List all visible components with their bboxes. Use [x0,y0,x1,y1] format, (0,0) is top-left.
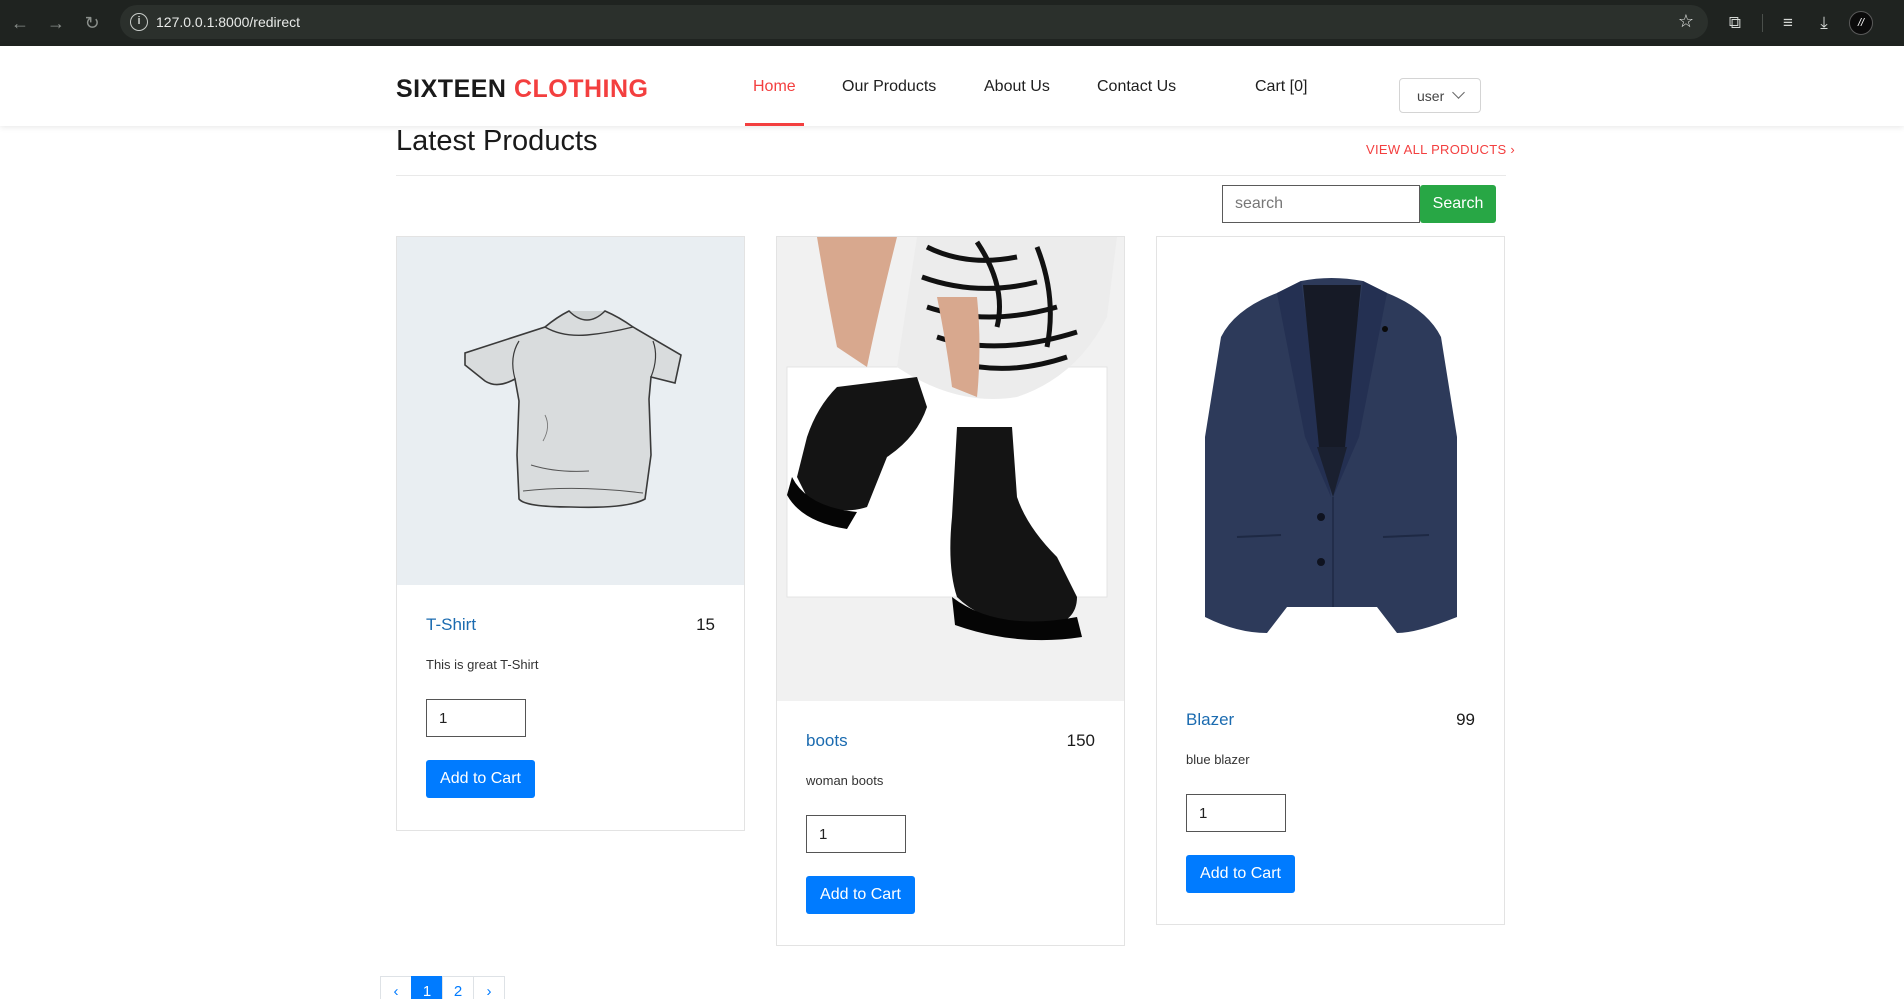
site-info-icon[interactable]: i [130,13,148,31]
product-image-blazer[interactable] [1157,237,1504,680]
product-description: This is great T-Shirt [426,657,539,672]
add-to-cart-button[interactable]: Add to Cart [1186,855,1295,893]
bookmark-star-icon[interactable]: ☆ [1678,11,1694,32]
add-to-cart-button[interactable]: Add to Cart [426,760,535,798]
pagination-next[interactable]: › [473,976,505,999]
product-description: blue blazer [1186,752,1250,767]
product-title[interactable]: Blazer [1186,710,1234,730]
brand-name-accent: CLOTHING [513,75,649,103]
product-title[interactable]: T-Shirt [426,615,476,635]
cart-link[interactable]: Cart [0] [1255,78,1307,96]
active-nav-indicator [745,123,804,126]
pagination-prev[interactable]: ‹ [380,976,412,999]
brand-name-primary: SIXTEEN [396,75,507,103]
tshirt-illustration [464,310,682,509]
product-price: 99 [1456,710,1475,729]
product-card-boots: boots 150 woman boots Add to Cart [776,236,1125,946]
boots-photo [777,237,1124,701]
search-button[interactable]: Search [1420,185,1496,223]
product-price: 15 [696,615,715,634]
chevron-right-icon: › [1510,142,1515,157]
address-bar-url[interactable]: 127.0.0.1:8000/redirect [156,14,300,30]
product-image-boots[interactable] [777,237,1124,701]
product-price: 150 [1066,731,1095,750]
view-all-products-link[interactable]: VIEW ALL PRODUCTS › [1366,142,1515,157]
product-title[interactable]: boots [806,731,848,751]
forward-arrow-icon[interactable]: → [44,11,68,35]
quantity-input[interactable] [806,815,906,853]
toolbar-separator [1762,14,1763,32]
reload-icon[interactable]: ↻ [80,11,104,35]
download-icon[interactable]: ⤓ [1812,11,1836,35]
user-dropdown[interactable]: user [1399,78,1481,113]
profile-avatar-icon[interactable]: // [1849,11,1873,35]
nav-about-us[interactable]: About Us [984,78,1050,96]
blazer-photo [1205,278,1457,633]
extensions-icon[interactable]: ⧉ [1723,11,1747,35]
media-controls-icon[interactable]: ≡ [1776,11,1800,35]
pagination-page-2[interactable]: 2 [442,976,474,999]
address-bar[interactable]: i 127.0.0.1:8000/redirect ☆ [120,5,1708,39]
search-input[interactable] [1222,185,1420,223]
user-dropdown-label: user [1417,88,1445,104]
site-header: SIXTEEN CLOTHING Home Our Products About… [0,46,1904,126]
section-divider [396,175,1506,176]
product-description: woman boots [806,773,884,788]
brand-logo[interactable]: SIXTEEN CLOTHING [396,75,648,104]
pagination-page-1[interactable]: 1 [411,976,443,999]
browser-toolbar: ← → ↻ i 127.0.0.1:8000/redirect ☆ ⧉ ≡ ⤓ … [0,0,1904,46]
product-card-tshirt: T-Shirt 15 This is great T-Shirt Add to … [396,236,745,831]
pagination: ‹ 1 2 › [380,976,505,999]
quantity-input[interactable] [1186,794,1286,832]
back-arrow-icon[interactable]: ← [8,11,32,35]
nav-contact-us[interactable]: Contact Us [1097,78,1176,96]
section-title: Latest Products [396,125,598,157]
product-card-blazer: Blazer 99 blue blazer Add to Cart [1156,236,1505,925]
nav-our-products[interactable]: Our Products [842,78,936,96]
nav-home[interactable]: Home [753,78,796,96]
view-all-label: VIEW ALL PRODUCTS [1366,142,1507,157]
add-to-cart-button[interactable]: Add to Cart [806,876,915,914]
product-image-tshirt[interactable] [397,237,744,585]
quantity-input[interactable] [426,699,526,737]
chevron-down-icon [1452,86,1465,99]
